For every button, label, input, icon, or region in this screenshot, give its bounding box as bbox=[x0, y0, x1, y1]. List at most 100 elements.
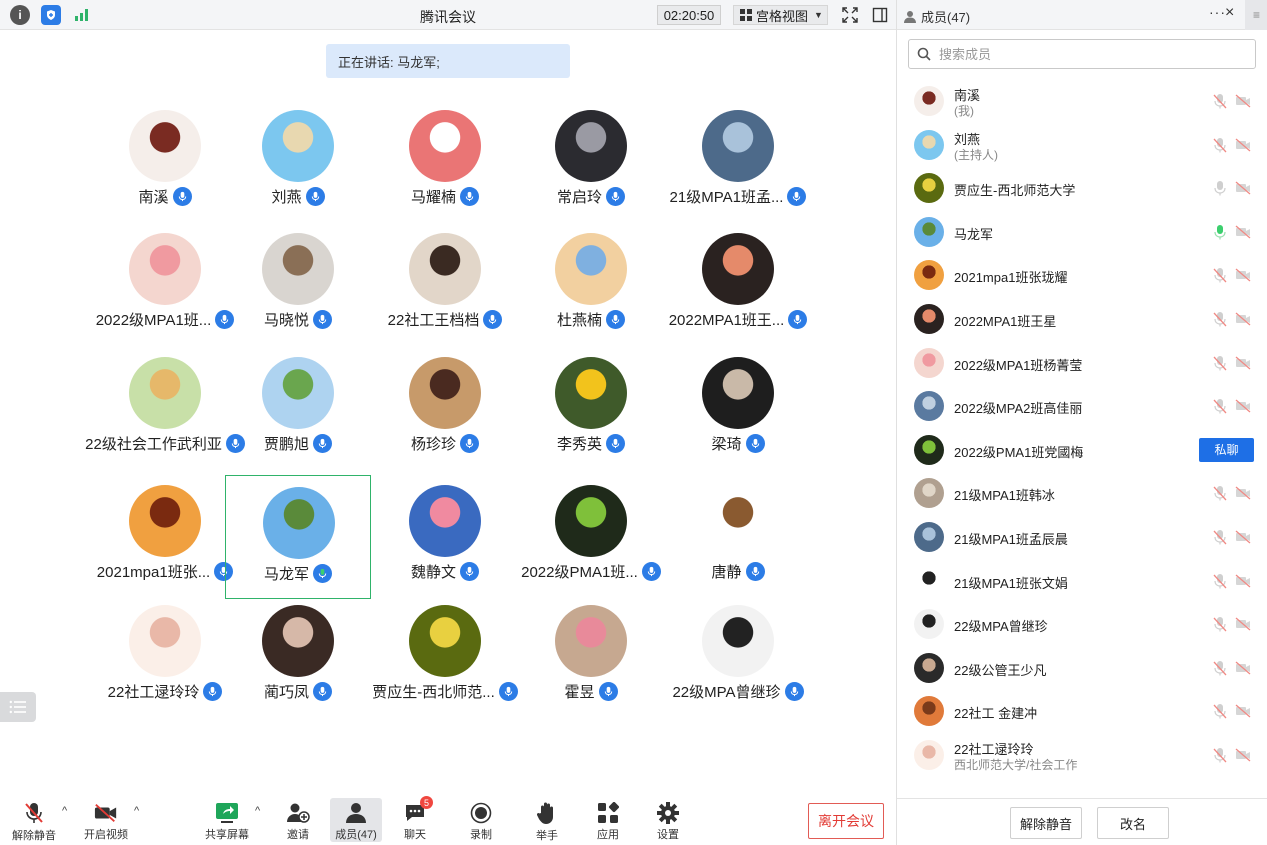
mic-muted-icon[interactable] bbox=[1213, 355, 1227, 371]
fullscreen-icon[interactable] bbox=[840, 5, 860, 25]
member-row[interactable]: 21级MPA1班孟辰晨 bbox=[897, 515, 1267, 559]
camera-off-icon[interactable] bbox=[1235, 399, 1251, 413]
camera-off-icon[interactable] bbox=[1235, 356, 1251, 370]
settings-button[interactable]: 设置 bbox=[642, 798, 694, 842]
member-row[interactable]: 马龙军 bbox=[897, 210, 1267, 254]
camera-off-icon[interactable] bbox=[1235, 530, 1251, 544]
video-options-caret-icon[interactable]: ^ bbox=[134, 805, 139, 817]
participant-tile[interactable]: 22级MPA曾继珍 bbox=[665, 594, 811, 718]
raise-hand-button[interactable]: 举手 bbox=[521, 798, 573, 842]
mic-muted-icon[interactable] bbox=[1213, 747, 1227, 763]
close-icon[interactable]: × bbox=[1225, 4, 1234, 22]
camera-off-icon[interactable] bbox=[1235, 138, 1251, 152]
mic-muted-icon[interactable] bbox=[1213, 573, 1227, 589]
start-video-button[interactable]: 开启视频 bbox=[80, 798, 132, 842]
participant-tile[interactable]: 魏静文 bbox=[372, 474, 518, 598]
member-row[interactable]: 22社工 金建冲 bbox=[897, 689, 1267, 733]
member-row[interactable]: 2022级MPA2班高佳丽 bbox=[897, 384, 1267, 428]
camera-off-icon[interactable] bbox=[1235, 268, 1251, 282]
unmute-button[interactable]: 解除静音 bbox=[8, 798, 60, 842]
member-row[interactable]: 21级MPA1班韩冰 bbox=[897, 471, 1267, 515]
camera-off-icon[interactable] bbox=[1235, 486, 1251, 500]
apps-button[interactable]: 应用 bbox=[582, 798, 634, 842]
mic-muted-icon[interactable] bbox=[1213, 660, 1227, 676]
search-input[interactable] bbox=[939, 46, 1239, 62]
speaking-banner: 正在讲话: 马龙军; bbox=[326, 44, 570, 78]
audio-options-caret-icon[interactable]: ^ bbox=[62, 805, 67, 817]
participant-tile[interactable]: 杜燕楠 bbox=[518, 222, 664, 346]
participant-tile[interactable]: 刘燕 bbox=[225, 99, 371, 223]
camera-off-icon[interactable] bbox=[1235, 94, 1251, 108]
participant-tile[interactable]: 霍昱 bbox=[518, 594, 664, 718]
leave-meeting-button[interactable]: 离开会议 bbox=[808, 803, 884, 839]
member-row[interactable]: 2022级MPA1班杨菁莹 bbox=[897, 341, 1267, 385]
camera-off-icon[interactable] bbox=[1235, 574, 1251, 588]
participant-tile[interactable]: 贾鹏旭 bbox=[225, 346, 371, 470]
participant-tile[interactable]: 马晓悦 bbox=[225, 222, 371, 346]
participant-tile[interactable]: 贾应生-西北师范... bbox=[372, 594, 518, 718]
participant-tile[interactable]: 马龙军 bbox=[225, 475, 371, 599]
view-mode-select[interactable]: 宫格视图 ▼ bbox=[733, 5, 828, 25]
record-button[interactable]: 录制 bbox=[455, 798, 507, 842]
mic-muted-icon[interactable] bbox=[1213, 616, 1227, 632]
mic-active-icon[interactable] bbox=[1213, 224, 1227, 240]
participant-tile[interactable]: 蔺巧凤 bbox=[225, 594, 371, 718]
mic-muted-icon[interactable] bbox=[1213, 93, 1227, 109]
member-row[interactable]: 南溪 (我) bbox=[897, 79, 1267, 123]
share-options-caret-icon[interactable]: ^ bbox=[255, 805, 260, 817]
camera-off-icon[interactable] bbox=[1235, 748, 1251, 762]
share-screen-button[interactable]: 共享屏幕 bbox=[201, 798, 253, 842]
mic-muted-icon[interactable] bbox=[1213, 485, 1227, 501]
rename-button[interactable]: 改名 bbox=[1097, 807, 1169, 839]
participant-tile[interactable]: 2022级PMA1班... bbox=[518, 474, 664, 598]
mic-muted-icon[interactable] bbox=[1213, 267, 1227, 283]
more-options-icon[interactable]: ··· bbox=[1209, 4, 1226, 20]
members-button[interactable]: 成员(47) bbox=[330, 798, 382, 842]
camera-off-icon[interactable] bbox=[1235, 617, 1251, 631]
member-row[interactable]: 刘燕 (主持人) bbox=[897, 123, 1267, 167]
members-label: 成员(47) bbox=[335, 829, 377, 841]
camera-off-icon[interactable] bbox=[1235, 312, 1251, 326]
mic-muted-icon[interactable] bbox=[1213, 529, 1227, 545]
sidebar-toggle-icon[interactable] bbox=[870, 5, 890, 25]
participant-tile[interactable]: 21级MPA1班孟... bbox=[665, 99, 811, 223]
member-name: 贾应生-西北师范大学 bbox=[954, 183, 1076, 199]
participant-tile[interactable]: 李秀英 bbox=[518, 346, 664, 470]
private-chat-button[interactable]: 私聊 bbox=[1199, 437, 1254, 462]
camera-off-icon[interactable] bbox=[1235, 225, 1251, 239]
member-avatar bbox=[914, 740, 944, 770]
mic-muted-icon[interactable] bbox=[1213, 311, 1227, 327]
member-name: 22级公管王少凡 bbox=[954, 662, 1047, 678]
member-row[interactable]: 22社工逯玲玲 西北师范大学/社会工作 bbox=[897, 733, 1267, 777]
invite-button[interactable]: 邀请 bbox=[272, 798, 324, 842]
list-icon bbox=[9, 700, 26, 714]
participant-tile[interactable]: 梁琦 bbox=[665, 346, 811, 470]
camera-off-icon[interactable] bbox=[1235, 181, 1251, 195]
share-screen-label: 共享屏幕 bbox=[205, 829, 249, 841]
member-row[interactable]: 22级MPA曾继珍 bbox=[897, 602, 1267, 646]
participant-tile[interactable]: 马耀楠 bbox=[372, 99, 518, 223]
participant-tile[interactable]: 2022MPA1班王... bbox=[665, 222, 811, 346]
mic-muted-icon[interactable] bbox=[1213, 137, 1227, 153]
member-row[interactable]: 22级公管王少凡 bbox=[897, 646, 1267, 690]
unmute-all-button[interactable]: 解除静音 bbox=[1010, 807, 1082, 839]
side-drawer-toggle[interactable] bbox=[0, 692, 36, 722]
participant-tile[interactable]: 常启玲 bbox=[518, 99, 664, 223]
member-row[interactable]: 贾应生-西北师范大学 bbox=[897, 166, 1267, 210]
participant-tile[interactable]: 杨珍珍 bbox=[372, 346, 518, 470]
member-avatar bbox=[914, 216, 944, 247]
member-row[interactable]: 21级MPA1班张文娟 bbox=[897, 559, 1267, 603]
participant-tile[interactable]: 22社工王档档 bbox=[372, 222, 518, 346]
member-row[interactable]: 2022MPA1班王星 bbox=[897, 297, 1267, 341]
mic-icon[interactable] bbox=[1213, 180, 1227, 196]
member-row[interactable]: 2021mpa1班张珑耀 bbox=[897, 253, 1267, 297]
mic-muted-icon[interactable] bbox=[1213, 703, 1227, 719]
participant-tile[interactable]: 唐静 bbox=[665, 474, 811, 598]
camera-off-icon[interactable] bbox=[1235, 661, 1251, 675]
member-row[interactable]: 2022级PMA1班党國梅 私聊 bbox=[897, 428, 1267, 472]
member-search-box[interactable] bbox=[908, 39, 1256, 69]
chat-button[interactable]: 5 聊天 bbox=[389, 796, 441, 842]
menu-icon[interactable]: ≡ bbox=[1245, 0, 1267, 30]
mic-muted-icon[interactable] bbox=[1213, 398, 1227, 414]
camera-off-icon[interactable] bbox=[1235, 704, 1251, 718]
